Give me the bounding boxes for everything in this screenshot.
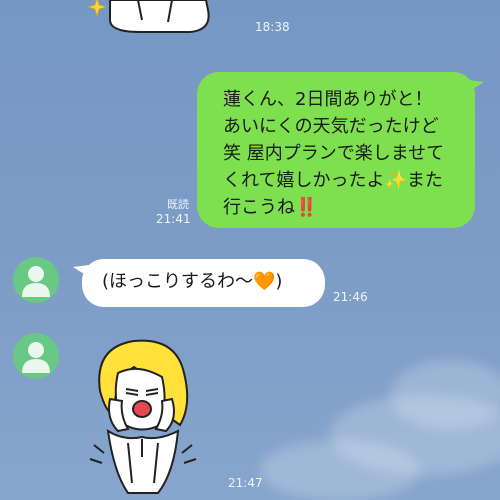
message-line: 蓮くん、2日間ありがと！ [223,89,433,110]
message-line: 行こうね‼️ [223,197,318,218]
message-line: 笑 屋内プランで楽しませて [223,143,445,164]
message-text: (ほっこりするわ〜🧡) [102,271,283,292]
read-receipt: 既読 [167,198,189,211]
sparkle-icon [86,0,108,18]
message-line: あいにくの天気だったけど [223,116,439,137]
background-cloud [390,360,500,430]
sticker-excited-girl[interactable] [88,333,198,495]
timestamp-top: 18:38 [255,20,290,34]
timestamp-incoming: 21:46 [333,290,368,304]
timestamp-outgoing: 21:41 [156,212,191,226]
default-person-avatar-icon[interactable] [13,333,59,379]
message-line: くれて嬉しかったよ✨また [223,170,443,191]
incoming-message-bubble[interactable]: (ほっこりするわ〜🧡) [73,259,325,307]
background-cloud [260,440,420,500]
timestamp-sticker: 21:47 [228,476,263,490]
outgoing-message-bubble[interactable]: 蓮くん、2日間ありがと！ あいにくの天気だったけど 笑 屋内プランで楽しませて … [197,72,484,228]
default-person-avatar-icon[interactable] [13,257,59,303]
